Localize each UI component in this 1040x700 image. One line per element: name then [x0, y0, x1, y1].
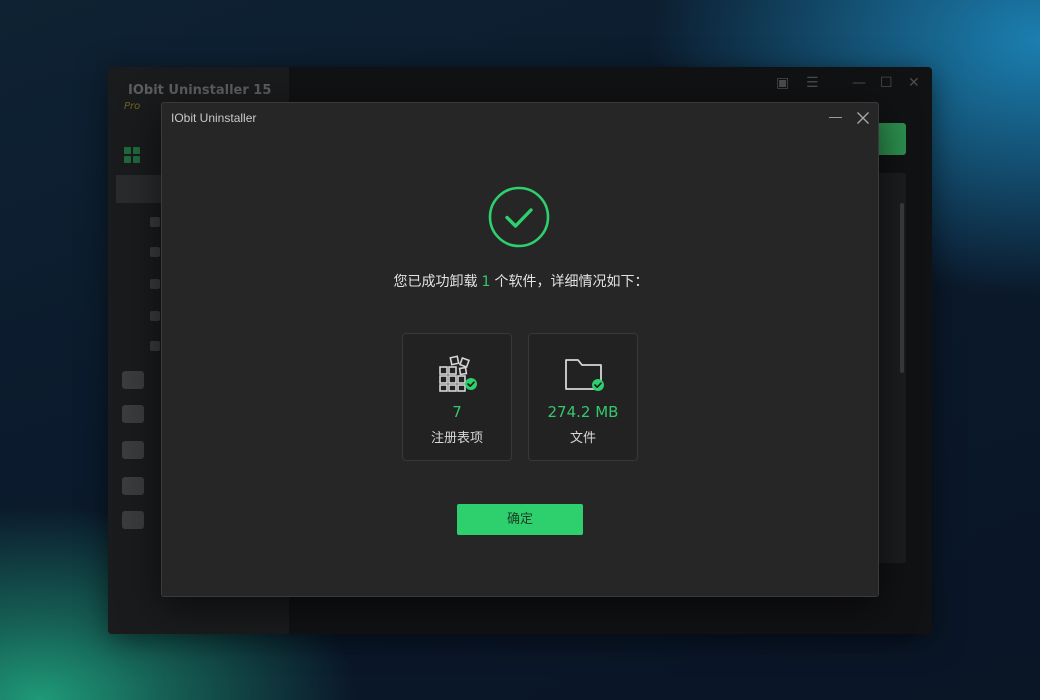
- message-suffix: 个软件，详细情况如下：: [494, 274, 649, 290]
- uninstalled-count: 1: [481, 274, 491, 290]
- minimize-button[interactable]: [824, 107, 846, 129]
- ok-button[interactable]: 确定: [457, 504, 583, 535]
- registry-count: 7: [452, 403, 462, 421]
- background-scrollbar: [900, 203, 904, 373]
- background-app-edition: Pro: [124, 101, 141, 112]
- background-sidebar-subitem: [150, 341, 160, 351]
- background-nav-icon: [122, 371, 144, 389]
- registry-grid-check-icon: [439, 355, 477, 392]
- background-programs-icon: [124, 147, 144, 165]
- background-sidebar-subitem: [150, 247, 160, 257]
- background-sidebar-subitem: [150, 311, 160, 321]
- files-card: 274.2 MB 文件: [528, 333, 638, 461]
- background-gift-icon: ▣: [776, 75, 790, 91]
- background-close-icon: ✕: [908, 75, 920, 91]
- success-check-icon: [488, 186, 550, 248]
- dialog-title: IObit Uninstaller: [171, 111, 257, 125]
- background-nav-icon: [122, 477, 144, 495]
- uninstall-result-dialog: IObit Uninstaller 您已成功卸载 1 个软件，详细情况如下： 7…: [161, 102, 879, 597]
- registry-card: 7 注册表项: [402, 333, 512, 461]
- background-nav-icon: [122, 405, 144, 423]
- result-message: 您已成功卸载 1 个软件，详细情况如下：: [162, 271, 880, 291]
- background-sidebar-subitem: [150, 217, 160, 227]
- message-prefix: 您已成功卸载: [393, 274, 478, 290]
- files-label: 文件: [569, 431, 596, 446]
- background-nav-icon: [122, 511, 144, 529]
- minimize-icon: [829, 117, 842, 118]
- background-minimize-icon: —: [852, 75, 866, 91]
- files-size: 274.2 MB: [547, 403, 619, 421]
- folder-check-icon: [565, 359, 604, 391]
- close-icon: [857, 112, 869, 124]
- close-button[interactable]: [852, 107, 874, 129]
- background-sidebar-subitem: [150, 279, 160, 289]
- background-nav-icon: [122, 441, 144, 459]
- background-app-title: IObit Uninstaller 15: [128, 83, 272, 98]
- background-menu-icon: ☰: [806, 75, 819, 91]
- registry-label: 注册表项: [430, 431, 483, 446]
- background-maximize-icon: ☐: [880, 75, 893, 91]
